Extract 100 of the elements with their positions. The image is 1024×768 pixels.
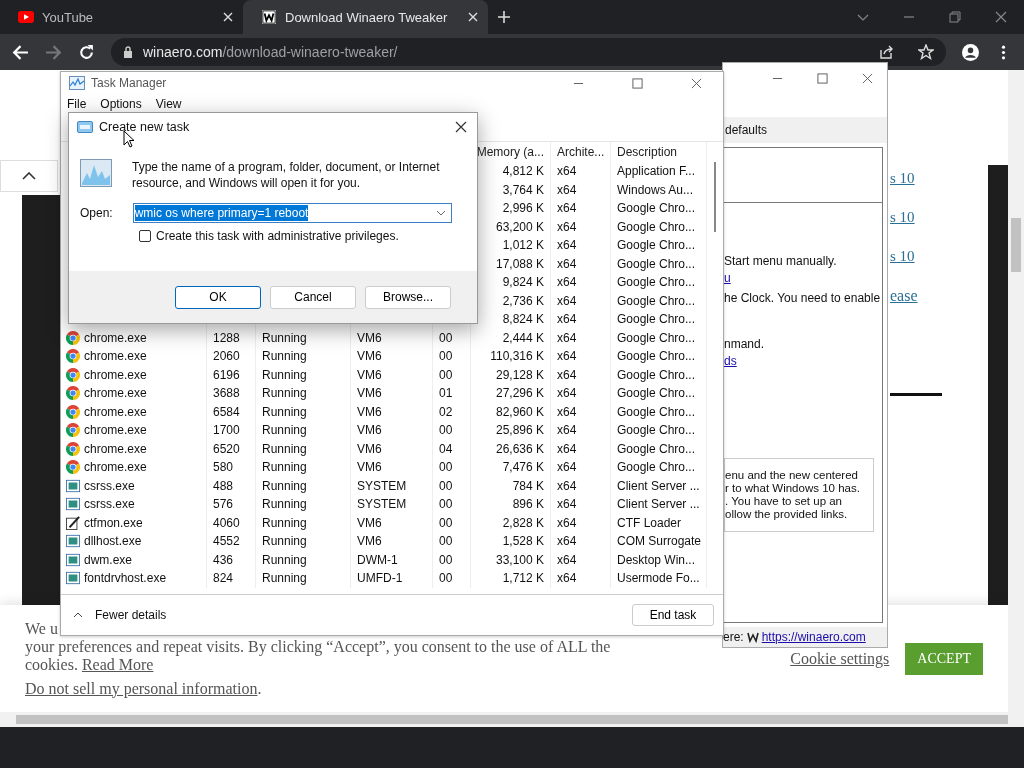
table-cell: x64 xyxy=(557,238,577,253)
dialog-button[interactable]: OK xyxy=(175,285,261,309)
new-tab-icon[interactable] xyxy=(498,11,510,23)
table-cell: Usermode Fo... xyxy=(617,571,700,586)
text-link[interactable]: u xyxy=(724,270,731,287)
table-cell: DWM-1 xyxy=(357,552,398,567)
chevron-up-icon xyxy=(22,172,36,180)
end-task-button[interactable]: End task xyxy=(632,604,714,626)
profile-icon[interactable] xyxy=(962,43,979,61)
table-cell: Desktop Win... xyxy=(617,552,696,567)
reload-icon[interactable] xyxy=(78,43,95,61)
star-icon[interactable] xyxy=(918,44,934,60)
app-window-icon xyxy=(66,478,80,493)
menu-item[interactable]: File xyxy=(67,97,87,111)
table-cell: 63,200 K xyxy=(495,219,544,234)
table-cell: x64 xyxy=(557,367,577,382)
table-cell: 1288 xyxy=(213,330,240,345)
article-link[interactable]: s 10 xyxy=(890,248,915,265)
do-not-sell-link[interactable]: Do not sell my personal information xyxy=(25,679,258,697)
address-bar[interactable]: winaero.com/download-winaero-tweaker/ xyxy=(111,38,946,66)
cookie-settings-link[interactable]: Cookie settings xyxy=(790,649,890,668)
table-cell: 00 xyxy=(439,552,453,567)
horizontal-scrollbar[interactable] xyxy=(0,712,1024,727)
table-cell: x64 xyxy=(557,256,577,271)
article-link[interactable]: s 10 xyxy=(890,170,915,187)
process-name: csrss.exe xyxy=(84,497,135,512)
column-header[interactable]: Description xyxy=(611,142,707,162)
table-cell: VM6 xyxy=(357,367,382,382)
website-link[interactable]: https://winaero.com xyxy=(761,630,866,644)
app-window-icon xyxy=(66,571,80,586)
menu-item[interactable]: Options xyxy=(100,97,142,111)
table-cell: 580 xyxy=(213,460,234,475)
fewer-details-link[interactable]: Fewer details xyxy=(73,608,632,622)
back-icon[interactable] xyxy=(12,43,29,61)
table-cell: Google Chro... xyxy=(617,386,696,401)
column-header[interactable]: Archite... xyxy=(551,142,611,162)
table-cell: x64 xyxy=(557,571,577,586)
table-cell: Running xyxy=(262,478,307,493)
table-cell: x64 xyxy=(557,349,577,364)
article-link[interactable]: ease xyxy=(890,287,918,305)
browser-tab[interactable]: Download Winaero Tweaker xyxy=(243,0,488,34)
process-name: chrome.exe xyxy=(84,441,147,456)
text-link[interactable]: ds xyxy=(724,353,737,370)
window-icon xyxy=(77,121,93,133)
table-cell: x64 xyxy=(557,423,577,438)
dialog-button[interactable]: Browse... xyxy=(365,285,451,309)
table-cell: 00 xyxy=(439,534,453,549)
maximize-icon[interactable] xyxy=(817,72,828,84)
checkbox[interactable] xyxy=(139,230,151,242)
dialog-button[interactable]: Cancel xyxy=(270,285,356,309)
forward-icon[interactable] xyxy=(45,43,62,61)
table-cell: 26,636 K xyxy=(495,441,544,456)
table-cell: 3,764 K xyxy=(502,182,544,197)
chrome-logo-icon xyxy=(66,349,80,364)
menu-item[interactable]: View xyxy=(155,97,182,111)
table-cell: 00 xyxy=(439,515,453,530)
w-logo-icon xyxy=(746,631,759,643)
vertical-scrollbar[interactable] xyxy=(1008,70,1024,712)
maximize-icon[interactable] xyxy=(632,77,643,89)
close-icon[interactable] xyxy=(862,72,873,84)
chrome-logo-icon xyxy=(66,330,80,345)
cookie-text: your preferences and repeat visits. By clicking “Accept”, you consent to the use of ALL the xyxy=(25,637,611,656)
table-cell: x64 xyxy=(557,275,577,290)
table-cell: COM Surrogate xyxy=(617,534,702,549)
table-cell: x64 xyxy=(557,330,577,345)
table-cell: 1700 xyxy=(213,423,240,438)
table-cell: 33,100 K xyxy=(495,552,544,567)
app-window-icon xyxy=(66,534,80,549)
table-cell: 896 K xyxy=(512,497,544,512)
table-cell: 4060 xyxy=(213,515,240,530)
table-cell: UMFD-1 xyxy=(357,571,403,586)
table-cell: 00 xyxy=(439,460,453,475)
table-cell: Application F... xyxy=(617,164,696,179)
table-cell: 17,088 K xyxy=(495,256,544,271)
process-name: chrome.exe xyxy=(84,460,147,475)
process-name: chrome.exe xyxy=(84,404,147,419)
table-cell: VM6 xyxy=(357,441,382,456)
table-cell: 6584 xyxy=(213,404,240,419)
browser-tab[interactable]: YouTube xyxy=(0,0,243,34)
table-cell: 2,828 K xyxy=(502,515,544,530)
dialog-message: Type the name of a program, folder, document, or Internet resource, and Windows will open it for you. xyxy=(132,159,441,191)
table-cell: 01 xyxy=(439,386,453,401)
close-icon[interactable] xyxy=(691,77,702,89)
table-cell: x64 xyxy=(557,386,577,401)
table-cell: Running xyxy=(262,497,307,512)
table-cell: CTF Loader xyxy=(617,515,682,530)
restore-icon[interactable] xyxy=(949,11,961,23)
read-more-link[interactable]: Read More xyxy=(81,655,154,673)
article-link[interactable]: s 10 xyxy=(890,209,915,226)
table-cell: x64 xyxy=(557,219,577,234)
table-cell: 576 xyxy=(213,497,234,512)
table-cell: Google Chro... xyxy=(617,293,696,308)
table-cell: x64 xyxy=(557,404,577,419)
table-cell: Running xyxy=(262,460,307,475)
command-combo-box[interactable]: wmic os where primary=1 reboot xyxy=(132,203,452,223)
table-cell: Google Chro... xyxy=(617,238,696,253)
share-icon[interactable] xyxy=(878,44,894,60)
note-text: r to what Windows 10 has. xyxy=(725,482,861,495)
table-cell: 00 xyxy=(439,349,453,364)
close-icon[interactable] xyxy=(455,121,467,133)
